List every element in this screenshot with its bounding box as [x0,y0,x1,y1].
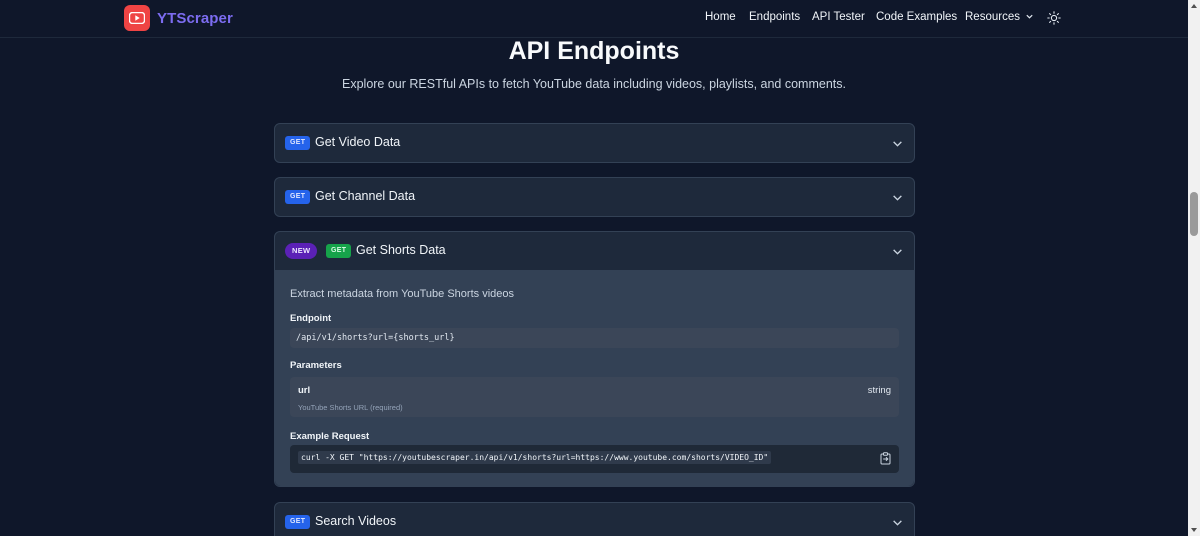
accordion-header[interactable]: GET Search Videos [275,503,914,536]
chevron-down-icon [893,520,902,526]
nav-api-tester[interactable]: API Tester [812,11,865,23]
endpoint-panel-search: GET Search Videos [274,502,915,536]
parameter-row: url string YouTube Shorts URL (required) [290,377,899,417]
nav-resources-label: Resources [965,11,1020,23]
top-navbar: YTScraper Home Endpoints API Tester Code… [0,0,1188,38]
page-subtitle: Explore our RESTful APIs to fetch YouTub… [342,77,846,91]
param-type: string [867,385,891,396]
page-title: API Endpoints [508,37,680,65]
parameters-label: Parameters [290,360,342,371]
endpoint-label: Endpoint [290,313,332,324]
endpoint-description: Extract metadata from YouTube Shorts vid… [290,288,514,300]
endpoint-title: Search Videos [315,514,397,528]
scrollbar-thumb[interactable] [1190,192,1198,236]
nav-endpoints[interactable]: Endpoints [749,11,800,23]
nav-home[interactable]: Home [705,11,736,23]
param-name: url [298,385,311,396]
scroll-up-arrow-icon[interactable] [1191,4,1197,8]
method-badge: GET [326,244,352,258]
method-badge: GET [285,515,311,529]
youtube-logo-icon [124,5,150,31]
chevron-down-icon [893,195,902,201]
method-badge: GET [285,190,311,204]
new-badge: NEW [285,243,318,259]
accordion-header[interactable]: GET Get Channel Data [275,178,914,216]
nav-resources[interactable]: Resources [965,11,1034,23]
endpoint-panel-video: GET Get Video Data [274,123,915,163]
sun-icon [1047,11,1061,25]
method-badge: GET [285,136,311,150]
theme-toggle-button[interactable] [1046,10,1062,26]
example-label: Example Request [290,431,370,442]
endpoint-title: Get Video Data [315,135,401,149]
chevron-down-icon [893,249,902,255]
chevron-down-icon [1026,15,1033,20]
endpoint-path: /api/v1/shorts?url={shorts_url} [290,328,899,348]
example-request-box: curl -X GET "https://youtubescraper.in/a… [290,445,899,473]
endpoint-title: Get Channel Data [315,189,416,203]
param-description: YouTube Shorts URL (required) [298,403,403,412]
copy-icon[interactable] [880,452,891,465]
brand[interactable]: YTScraper [124,5,233,31]
accordion-header[interactable]: NEW GET Get Shorts Data [275,232,914,270]
endpoint-panel-channel: GET Get Channel Data [274,177,915,217]
chevron-down-icon [893,141,902,147]
brand-name: YTScraper [157,9,233,27]
accordion-body: Extract metadata from YouTube Shorts vid… [275,270,914,486]
endpoint-title: Get Shorts Data [356,243,446,257]
scroll-down-arrow-icon[interactable] [1191,528,1197,532]
endpoint-panel-shorts: NEW GET Get Shorts Data Extract metadata… [274,231,915,487]
nav-code-examples[interactable]: Code Examples [876,11,957,23]
example-request-code: curl -X GET "https://youtubescraper.in/a… [298,451,772,464]
accordion-header[interactable]: GET Get Video Data [275,124,914,162]
page-scrollbar[interactable] [1188,0,1200,536]
